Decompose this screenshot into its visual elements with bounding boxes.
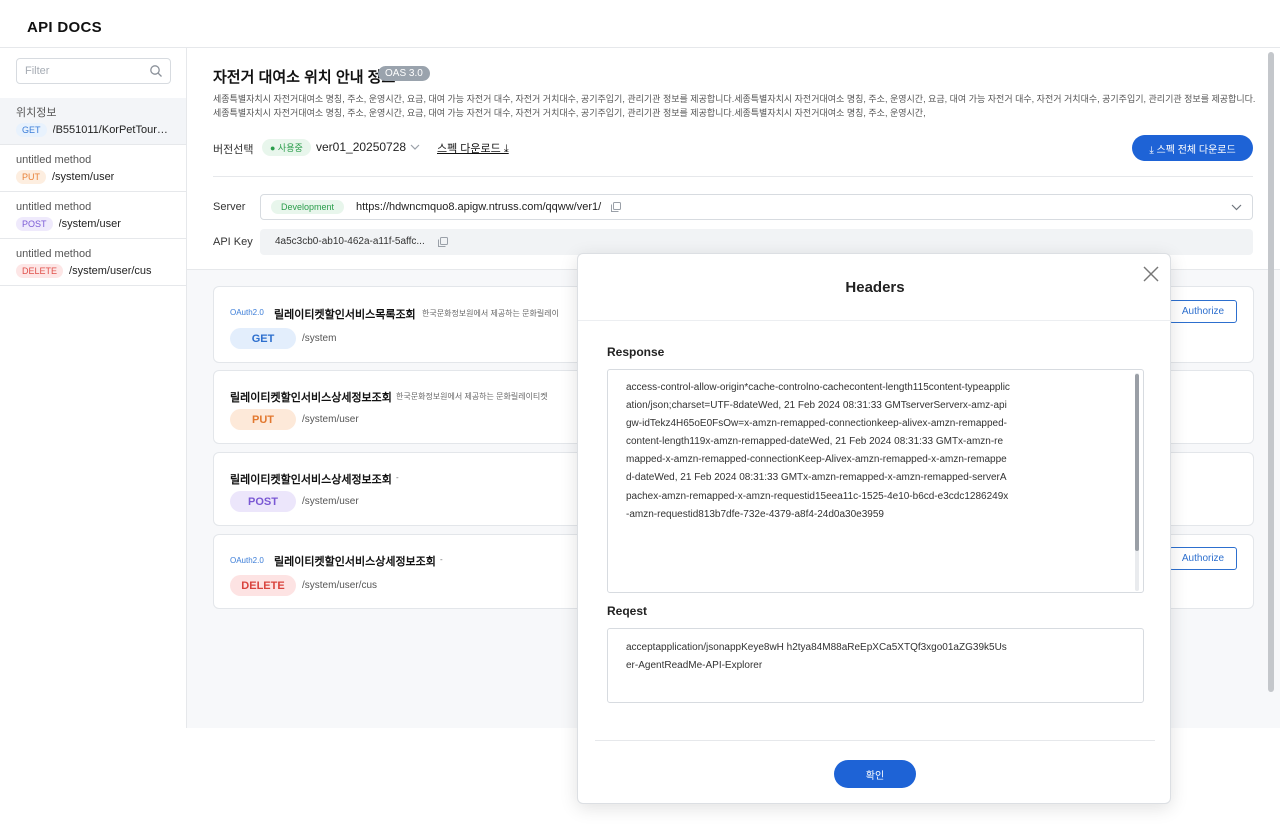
method-badge-get: GET	[16, 123, 47, 137]
sidebar-item-name: untitled method	[16, 154, 92, 166]
divider	[595, 740, 1155, 741]
modal-title: Headers	[845, 279, 905, 296]
sidebar-item-name: 위치정보	[16, 107, 57, 119]
page-scrollbar[interactable]	[1268, 52, 1274, 692]
method-badge-put: PUT	[16, 170, 46, 184]
chevron-down-icon[interactable]	[1231, 203, 1242, 211]
sidebar-item-path: /system/user	[58, 218, 121, 230]
server-url: https://hdwncmquo8.apigw.ntruss.com/qqww…	[356, 201, 602, 213]
api-description: 세종특별자치시 자전거대여소 명칭, 주소, 운영시간, 요금, 대여 가능 자…	[213, 94, 1256, 118]
endpoint-title: 릴레이티켓할인서비스목록조회	[274, 309, 416, 321]
sidebar-item-delete[interactable]: untitled method DELETE /system/user/cus	[0, 239, 186, 286]
version-select[interactable]: ver01_20250728	[316, 140, 406, 154]
version-label: 버전선택	[213, 144, 254, 156]
sidebar-item-name: untitled method	[16, 201, 92, 213]
endpoint-path: /system/user	[302, 496, 359, 507]
copy-icon[interactable]	[438, 237, 448, 247]
method-badge-delete: DELETE	[16, 264, 64, 278]
divider	[578, 320, 1172, 321]
endpoint-title: 릴레이티켓할인서비스상세정보조회	[274, 556, 436, 568]
sidebar: 위치정보 GET /B551011/KorPetTour… untitled m…	[0, 48, 187, 728]
method-badge-delete: DELETE	[230, 575, 296, 596]
app-logo: API DOCS	[27, 19, 102, 36]
search-icon[interactable]	[149, 64, 163, 78]
server-select[interactable]: Development https://hdwncmquo8.apigw.ntr…	[260, 194, 1253, 220]
oas-version-badge: OAS 3.0	[378, 66, 430, 81]
method-badge-post: POST	[230, 491, 296, 512]
request-label: Reqest	[607, 604, 648, 618]
spec-download-all-button[interactable]: ⤓ 스펙 전체 다운로드	[1132, 135, 1253, 161]
endpoint-description: 한국문화정보원에서 제공하는 문화릴레이티켓	[396, 392, 548, 401]
divider	[213, 176, 1253, 177]
endpoint-path: /system/user/cus	[302, 580, 378, 591]
spec-download-link[interactable]: 스펙 다운로드 ⤓	[437, 140, 509, 156]
top-bar: API DOCS	[0, 0, 1280, 48]
sidebar-item-path: /B551011/KorPetTour…	[52, 124, 168, 136]
sidebar-item-location[interactable]: 위치정보 GET /B551011/KorPetTour…	[0, 98, 186, 145]
sidebar-item-post[interactable]: untitled method POST /system/user	[0, 192, 186, 239]
authorize-button[interactable]: Authorize	[1169, 300, 1237, 323]
method-badge-post: POST	[16, 217, 53, 231]
environment-badge: Development	[271, 200, 345, 214]
copy-icon[interactable]	[611, 202, 621, 212]
endpoint-path: /system/user	[302, 414, 359, 425]
method-badge-get: GET	[230, 328, 296, 349]
headers-modal: Headers Response access-control-allow-or…	[577, 253, 1172, 804]
authorize-button[interactable]: Authorize	[1169, 547, 1237, 570]
response-label: Response	[607, 345, 665, 359]
request-headers-box[interactable]: acceptapplication/jsonappKeye8wH h2tya84…	[607, 628, 1144, 703]
oauth-label: OAuth2.0	[230, 556, 264, 565]
in-use-badge: ● 사용중	[262, 139, 311, 156]
endpoint-path: /system	[302, 333, 337, 344]
sidebar-item-put[interactable]: untitled method PUT /system/user	[0, 145, 186, 192]
oauth-label: OAuth2.0	[230, 308, 264, 317]
endpoint-title: 릴레이티켓할인서비스상세정보조회	[230, 392, 392, 404]
api-key-value: 4a5c3cb0-ab10-462a-a11f-5affc...	[275, 236, 425, 247]
method-badge-put: PUT	[230, 409, 296, 430]
request-headers-text: acceptapplication/jsonappKeye8wH h2tya84…	[626, 642, 1007, 671]
endpoint-description: 한국문화정보원에서 제공하는 문화릴레이	[422, 309, 559, 318]
sidebar-item-path: /system/user/cus	[69, 265, 152, 277]
chevron-down-icon[interactable]	[410, 143, 420, 151]
sidebar-item-path: /system/user	[52, 171, 115, 183]
endpoint-description: -	[440, 555, 443, 564]
filter-input[interactable]	[16, 58, 171, 84]
endpoint-title: 릴레이티켓할인서비스상세정보조회	[230, 474, 392, 486]
close-icon[interactable]	[1142, 265, 1160, 283]
sidebar-item-name: untitled method	[16, 248, 92, 260]
api-key-field: 4a5c3cb0-ab10-462a-a11f-5affc...	[260, 229, 1253, 255]
server-label: Server	[213, 201, 246, 213]
api-key-label: API Key	[213, 236, 253, 248]
response-headers-box[interactable]: access-control-allow-origin*cache-contro…	[607, 369, 1144, 593]
endpoint-description: -	[396, 473, 399, 482]
response-headers-text: access-control-allow-origin*cache-contro…	[626, 382, 1010, 520]
response-scrollbar-thumb[interactable]	[1135, 374, 1139, 551]
page-title: 자전거 대여소 위치 안내 정보	[213, 69, 396, 86]
confirm-button[interactable]: 확인	[834, 760, 916, 788]
